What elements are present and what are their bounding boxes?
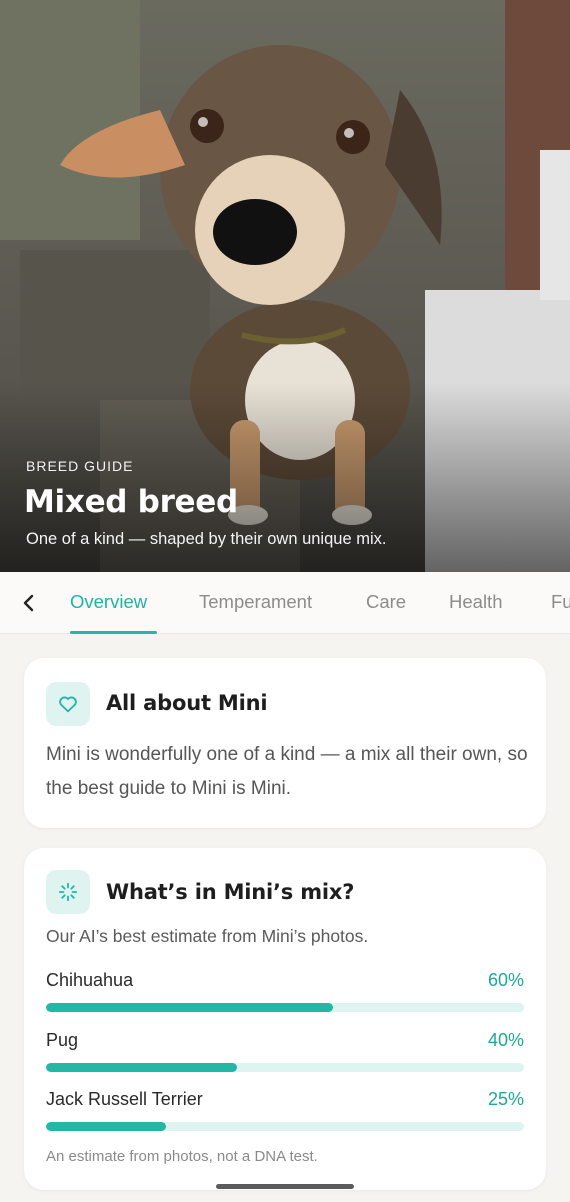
breed-progress-fill [46, 1003, 333, 1012]
breed-percent: 25% [487, 1089, 524, 1109]
breed-progress-fill [46, 1122, 166, 1131]
tab-health[interactable]: Health [449, 591, 502, 613]
mix-title: What’s in Mini’s mix? [106, 880, 355, 904]
breed-guide-eyebrow: BREED GUIDE [26, 458, 134, 474]
sparkle-icon [46, 870, 90, 914]
tab-care[interactable]: Care [366, 591, 406, 613]
active-tab-indicator [70, 631, 157, 634]
page-subtitle: One of a kind — shaped by their own uniq… [26, 530, 387, 548]
tab-overview[interactable]: Overview [70, 591, 147, 613]
home-indicator [216, 1184, 354, 1189]
breed-progress-track [46, 1003, 524, 1012]
breed-progress-fill [46, 1063, 238, 1072]
tab-fu[interactable]: Fu [551, 591, 570, 613]
mix-disclaimer: An estimate from photos, not a DNA test. [46, 1148, 318, 1165]
tab-temperament[interactable]: Temperament [199, 591, 312, 613]
breed-name: Jack Russell Terrier [46, 1089, 203, 1109]
mix-row-chihuahua: Chihuahua 60% [46, 970, 524, 1012]
breed-percent: 40% [487, 1030, 524, 1050]
breed-name: Pug [46, 1030, 79, 1050]
page-title: Mixed breed [24, 484, 238, 520]
chevron-left-icon[interactable] [18, 592, 40, 614]
breed-progress-track [46, 1122, 524, 1131]
breed-percent: 60% [487, 970, 524, 990]
about-body: Mini is wonderfully one of a kind — a mi… [46, 744, 528, 799]
breed-name: Chihuahua [46, 970, 134, 990]
mix-row-pug: Pug 40% [46, 1030, 524, 1072]
mix-lead: Our AI’s best estimate from Mini’s photo… [46, 926, 369, 946]
heart-icon [46, 682, 90, 726]
about-card: All about Mini Mini is wonderfully one o… [24, 658, 546, 828]
mix-row-jack-russell: Jack Russell Terrier 25% [46, 1089, 524, 1131]
breed-progress-track [46, 1063, 524, 1072]
about-title: All about Mini [106, 691, 268, 715]
hero-banner: BREED GUIDE Mixed breed One of a kind — … [0, 0, 570, 572]
mix-card: What’s in Mini’s mix? Our AI’s best esti… [24, 848, 546, 1190]
tab-bar: Overview Temperament Care Health Fu [0, 572, 570, 634]
